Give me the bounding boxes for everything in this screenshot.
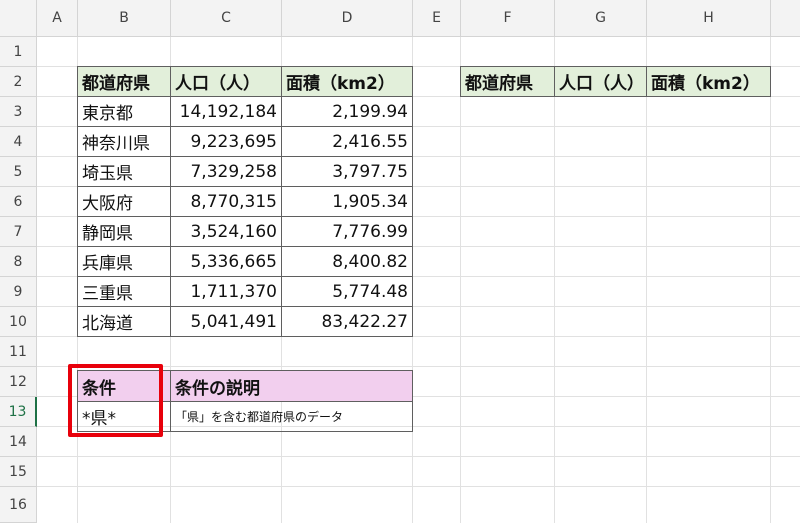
criteria-description-cell[interactable]: 「県」を含む都道府県のデータ xyxy=(170,401,413,432)
table-cell-area[interactable]: 83,422.27 xyxy=(281,306,413,337)
row-header-10[interactable]: 10 xyxy=(0,307,37,337)
table-header-population[interactable]: 人口（人） xyxy=(170,66,282,97)
table-cell-prefecture[interactable]: 大阪府 xyxy=(77,186,171,217)
row-header-14[interactable]: 14 xyxy=(0,427,37,457)
table-cell-area[interactable]: 1,905.34 xyxy=(281,186,413,217)
gridline xyxy=(37,486,800,487)
gridline xyxy=(554,37,555,523)
spreadsheet-grid[interactable]: A B C D E F G H 1 2 3 4 5 6 7 8 9 10 11 … xyxy=(0,0,800,523)
table-cell-prefecture[interactable]: 北海道 xyxy=(77,306,171,337)
table-cell-prefecture[interactable]: 神奈川県 xyxy=(77,126,171,157)
gridline xyxy=(460,37,461,523)
gridline xyxy=(646,37,647,523)
row-header-13[interactable]: 13 xyxy=(0,397,37,427)
table-cell-population[interactable]: 7,329,258 xyxy=(170,156,282,187)
row-header-16[interactable]: 16 xyxy=(0,487,37,523)
result-header-population[interactable]: 人口（人） xyxy=(554,66,647,97)
result-header-area[interactable]: 面積（km2） xyxy=(646,66,771,97)
gridline xyxy=(37,456,800,457)
table-cell-population[interactable]: 3,524,160 xyxy=(170,216,282,247)
table-cell-prefecture[interactable]: 埼玉県 xyxy=(77,156,171,187)
table-cell-population[interactable]: 5,041,491 xyxy=(170,306,282,337)
row-header-6[interactable]: 6 xyxy=(0,187,37,217)
column-header-f[interactable]: F xyxy=(461,0,555,37)
table-cell-population[interactable]: 9,223,695 xyxy=(170,126,282,157)
column-header-a[interactable]: A xyxy=(37,0,78,37)
row-header-8[interactable]: 8 xyxy=(0,247,37,277)
row-header-7[interactable]: 7 xyxy=(0,217,37,247)
criteria-description-header[interactable]: 条件の説明 xyxy=(170,370,413,402)
table-cell-area[interactable]: 2,199.94 xyxy=(281,96,413,127)
table-cell-population[interactable]: 1,711,370 xyxy=(170,276,282,307)
gridline xyxy=(770,37,771,523)
column-header-e[interactable]: E xyxy=(413,0,461,37)
row-header-4[interactable]: 4 xyxy=(0,127,37,157)
table-cell-area[interactable]: 3,797.75 xyxy=(281,156,413,187)
table-header-prefecture[interactable]: 都道府県 xyxy=(77,66,171,97)
table-cell-population[interactable]: 5,336,665 xyxy=(170,246,282,277)
result-header-prefecture[interactable]: 都道府県 xyxy=(460,66,555,97)
table-header-area[interactable]: 面積（km2） xyxy=(281,66,413,97)
column-header-next[interactable] xyxy=(771,0,800,37)
table-cell-area[interactable]: 7,776.99 xyxy=(281,216,413,247)
column-header-g[interactable]: G xyxy=(555,0,647,37)
table-cell-area[interactable]: 2,416.55 xyxy=(281,126,413,157)
table-cell-prefecture[interactable]: 三重県 xyxy=(77,276,171,307)
row-header-9[interactable]: 9 xyxy=(0,277,37,307)
row-header-2[interactable]: 2 xyxy=(0,67,37,97)
row-header-12[interactable]: 12 xyxy=(0,367,37,397)
select-all-corner[interactable] xyxy=(0,0,37,37)
row-header-3[interactable]: 3 xyxy=(0,97,37,127)
table-cell-area[interactable]: 8,400.82 xyxy=(281,246,413,277)
column-header-h[interactable]: H xyxy=(647,0,771,37)
row-header-15[interactable]: 15 xyxy=(0,457,37,487)
table-cell-prefecture[interactable]: 東京都 xyxy=(77,96,171,127)
table-cell-prefecture[interactable]: 静岡県 xyxy=(77,216,171,247)
column-header-d[interactable]: D xyxy=(282,0,413,37)
criteria-highlight-box xyxy=(68,364,163,437)
column-header-c[interactable]: C xyxy=(171,0,282,37)
row-header-5[interactable]: 5 xyxy=(0,157,37,187)
row-header-11[interactable]: 11 xyxy=(0,337,37,367)
column-header-b[interactable]: B xyxy=(78,0,171,37)
table-cell-area[interactable]: 5,774.48 xyxy=(281,276,413,307)
table-cell-population[interactable]: 8,770,315 xyxy=(170,186,282,217)
row-header-1[interactable]: 1 xyxy=(0,37,37,67)
table-cell-population[interactable]: 14,192,184 xyxy=(170,96,282,127)
table-cell-prefecture[interactable]: 兵庫県 xyxy=(77,246,171,277)
